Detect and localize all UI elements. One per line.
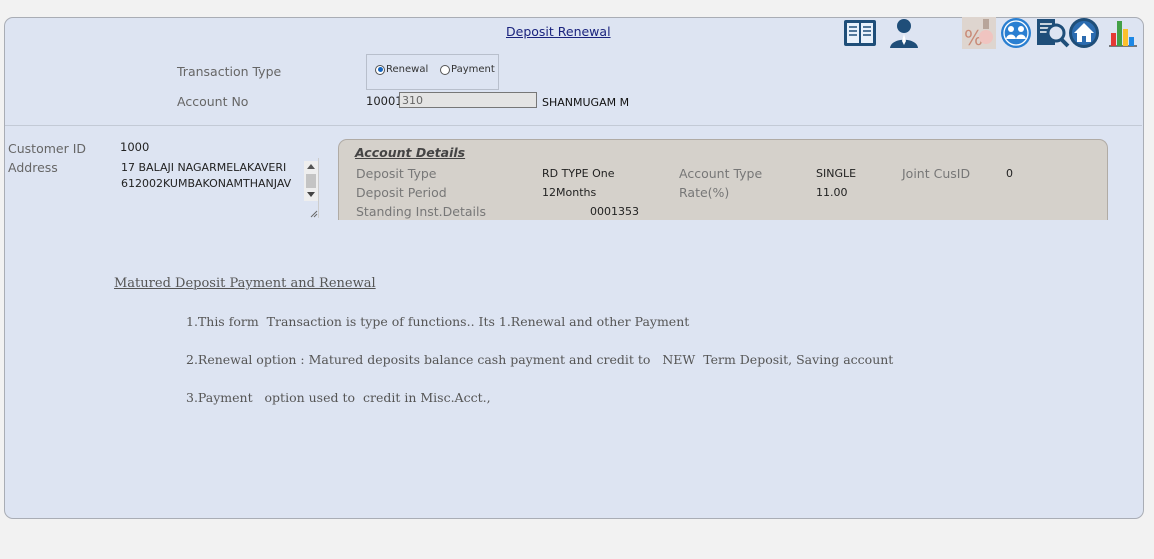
address-scrollbar[interactable] — [304, 161, 318, 201]
deposit-type-value: RD TYPE One — [542, 167, 615, 180]
page-title[interactable]: Deposit Renewal — [506, 24, 611, 39]
rate-label: Rate(%) — [679, 185, 730, 200]
home-icon[interactable] — [1067, 17, 1101, 49]
joint-cusid-value: 0 — [1006, 167, 1013, 180]
section-divider — [5, 125, 1142, 126]
account-type-label: Account Type — [679, 166, 763, 181]
note-line-1: 1.This form Transaction is type of funct… — [186, 314, 690, 329]
account-prefix: 10001 — [366, 94, 403, 108]
renewal-radio[interactable]: Renewal — [375, 64, 428, 75]
transaction-type-group: Renewal Payment — [366, 54, 499, 90]
notes-title: Matured Deposit Payment and Renewal — [114, 276, 376, 291]
renewal-radio-button[interactable] — [375, 64, 385, 75]
joint-cusid-label: Joint CusID — [902, 166, 971, 181]
payment-radio-label: Payment — [451, 64, 495, 75]
scroll-up-icon[interactable] — [307, 164, 315, 169]
address-textarea[interactable]: 17 BALAJI NAGARMELAKAVERI 612002KUMBAKON… — [119, 158, 319, 218]
interest-icon[interactable]: % — [962, 17, 996, 49]
deposit-type-label: Deposit Type — [356, 166, 437, 181]
chart-icon[interactable] — [1106, 17, 1140, 49]
transaction-type-label: Transaction Type — [177, 64, 282, 79]
scroll-down-icon[interactable] — [307, 192, 315, 197]
account-no-input[interactable]: 310 — [399, 92, 537, 108]
renewal-radio-label: Renewal — [386, 64, 429, 75]
payment-radio[interactable]: Payment — [440, 64, 495, 75]
search-report-icon[interactable] — [1036, 17, 1070, 49]
customer-name: SHANMUGAM M — [542, 96, 630, 109]
address-label: Address — [8, 160, 58, 175]
user-icon[interactable] — [887, 17, 921, 49]
scroll-thumb[interactable] — [306, 174, 316, 188]
account-type-value: SINGLE — [816, 167, 857, 180]
rate-value: 11.00 — [816, 186, 848, 199]
resize-grip-icon[interactable] — [310, 210, 318, 218]
address-line-1: 17 BALAJI NAGARMELAKAVERI — [121, 161, 287, 174]
customer-group-icon[interactable] — [999, 17, 1033, 49]
note-line-2: 2.Renewal option : Matured deposits bala… — [186, 352, 894, 367]
customer-id-label: Customer ID — [8, 141, 87, 156]
payment-radio-button[interactable] — [440, 64, 450, 75]
standing-inst-label: Standing Inst.Details — [356, 204, 486, 219]
address-line-2: 612002KUMBAKONAMTHANJAV — [121, 177, 292, 190]
account-no-label: Account No — [177, 94, 249, 109]
deposit-period-label: Deposit Period — [356, 185, 447, 200]
deposit-period-value: 12Months — [542, 186, 597, 199]
note-line-3: 3.Payment option used to credit in Misc.… — [186, 390, 491, 405]
ledger-icon[interactable] — [843, 17, 877, 49]
standing-inst-value: 0001353 — [590, 205, 639, 218]
main-panel — [4, 17, 1144, 519]
customer-id-value: 1000 — [120, 140, 150, 154]
account-details-title: Account Details — [355, 145, 466, 160]
